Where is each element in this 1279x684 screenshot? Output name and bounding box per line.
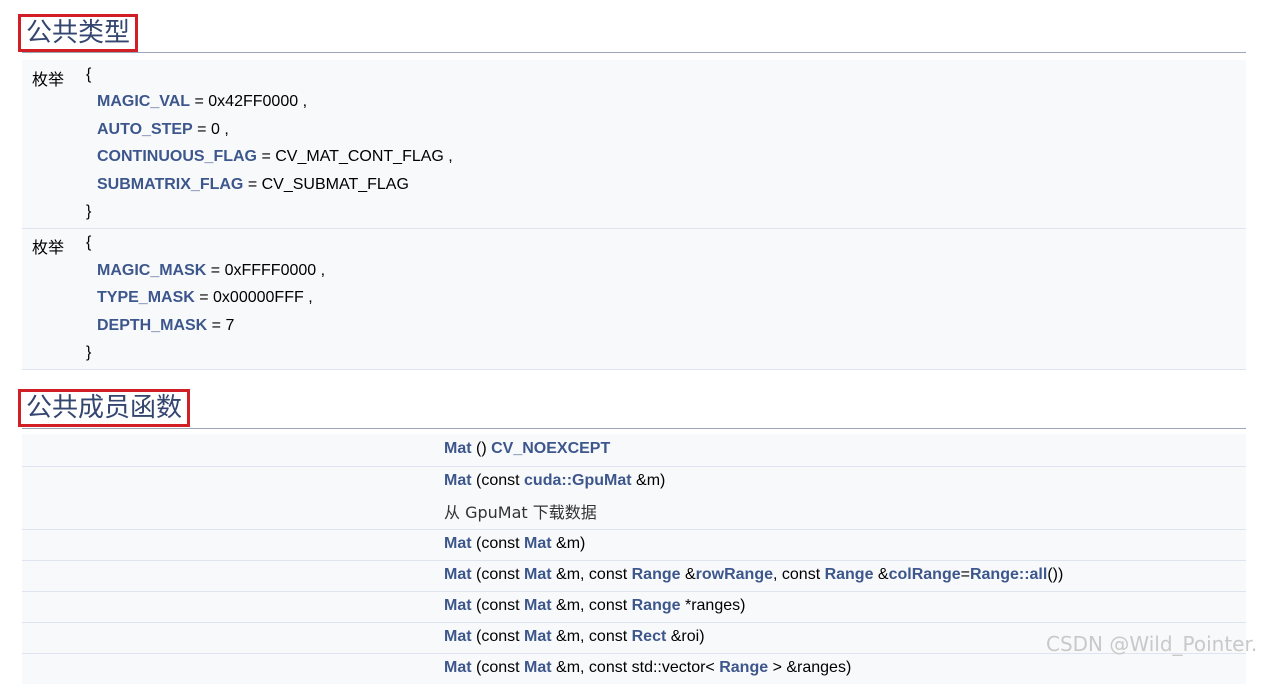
function-text: &m): [551, 535, 586, 552]
function-link[interactable]: Range: [825, 566, 874, 583]
enum-block: 枚举 { MAGIC_MASK = 0xFFFF0000 , TYPE_MASK…: [22, 229, 1246, 370]
function-text: (const: [471, 535, 525, 552]
function-link[interactable]: Mat: [524, 597, 552, 614]
function-signature: Mat (const Mat &m): [444, 535, 585, 553]
function-link[interactable]: cuda::GpuMat: [524, 472, 632, 489]
function-text: (const: [471, 628, 525, 645]
function-signature: Mat (const Mat &m, const Range &rowRange…: [444, 566, 1063, 584]
function-signature: Mat (const Mat &m, const Range *ranges): [444, 597, 745, 615]
function-text: (const: [471, 597, 525, 614]
enum-item: CONTINUOUS_FLAG = CV_MAT_CONT_FLAG ,: [97, 148, 453, 166]
enum-item: AUTO_STEP = 0 ,: [97, 121, 229, 139]
enum-value-text: = 0xFFFF0000 ,: [206, 262, 326, 279]
function-link[interactable]: Range: [632, 566, 681, 583]
table-row: Mat (const Mat &m, const Range *ranges): [22, 591, 1246, 622]
function-link[interactable]: Mat: [444, 472, 472, 489]
function-text: &m): [631, 472, 666, 489]
function-signature: Mat (const Mat &m, const std::vector< Ra…: [444, 659, 851, 677]
function-link[interactable]: Mat: [444, 628, 472, 645]
enum-item: MAGIC_VAL = 0x42FF0000 ,: [97, 93, 307, 111]
function-link[interactable]: colRange: [889, 566, 961, 583]
enum-value-text: = CV_SUBMAT_FLAG: [243, 176, 409, 193]
function-text: , const: [773, 566, 825, 583]
table-row: Mat (const Mat &m): [22, 529, 1246, 560]
enum-value-link[interactable]: CONTINUOUS_FLAG: [97, 148, 257, 165]
function-link[interactable]: Mat: [444, 597, 472, 614]
enum-value-link[interactable]: TYPE_MASK: [97, 289, 195, 306]
function-text: (const: [471, 472, 525, 489]
enum-value-link[interactable]: AUTO_STEP: [97, 121, 193, 138]
table-row: Mat (const cuda::GpuMat &m) 从 GpuMat 下载数…: [22, 466, 1246, 529]
enum-value-text: = 0x42FF0000 ,: [190, 93, 308, 110]
table-row: Mat (const Mat &m, const Range &rowRange…: [22, 560, 1246, 591]
function-text: *ranges): [680, 597, 746, 614]
function-text: ()): [1047, 566, 1064, 583]
function-signature: Mat () CV_NOEXCEPT: [444, 440, 610, 458]
function-link[interactable]: Mat: [524, 535, 552, 552]
function-text: &m, const: [551, 597, 632, 614]
section-title-public-types: 公共类型: [18, 14, 139, 52]
section-title-public-member-functions: 公共成员函数: [18, 389, 191, 427]
function-link[interactable]: Mat: [524, 566, 552, 583]
enum-value-link[interactable]: MAGIC_MASK: [97, 262, 206, 279]
enum-item: TYPE_MASK = 0x00000FFF ,: [97, 289, 313, 307]
function-link[interactable]: Mat: [524, 628, 552, 645]
watermark: CSDN @Wild_Pointer.: [1046, 632, 1258, 656]
function-link[interactable]: Mat: [444, 566, 472, 583]
enum-keyword: 枚举: [32, 238, 65, 257]
function-signature: Mat (const cuda::GpuMat &m): [444, 472, 665, 490]
function-text: &m, const: [551, 566, 632, 583]
function-text: (): [471, 440, 492, 457]
function-link[interactable]: Range: [719, 659, 768, 676]
function-link[interactable]: CV_NOEXCEPT: [491, 440, 610, 457]
table-row: Mat (const Mat &m, const std::vector< Ra…: [22, 653, 1246, 684]
enum-keyword: 枚举: [32, 70, 65, 89]
function-link[interactable]: rowRange: [696, 566, 773, 583]
function-text: &m, const std::vector<: [551, 659, 720, 676]
enum-value-link[interactable]: SUBMATRIX_FLAG: [97, 176, 243, 193]
function-text: (const: [471, 659, 525, 676]
enum-close-brace: }: [86, 344, 92, 361]
enum-item: DEPTH_MASK = 7: [97, 317, 234, 335]
function-link[interactable]: Mat: [444, 659, 472, 676]
function-text: > &ranges): [768, 659, 852, 676]
function-link[interactable]: Range::all: [970, 566, 1047, 583]
function-link[interactable]: Rect: [632, 628, 667, 645]
function-link[interactable]: Mat: [444, 535, 472, 552]
enum-value-text: = CV_MAT_CONT_FLAG ,: [257, 148, 453, 165]
enum-value-text: = 0x00000FFF ,: [194, 289, 313, 306]
function-text: &: [873, 566, 889, 583]
enum-item: MAGIC_MASK = 0xFFFF0000 ,: [97, 262, 325, 280]
enum-open-brace: {: [86, 66, 92, 83]
function-text: &roi): [666, 628, 705, 645]
enum-value-text: = 0 ,: [192, 121, 229, 138]
function-text: &: [680, 566, 696, 583]
function-signature: Mat (const Mat &m, const Rect &roi): [444, 628, 705, 646]
enum-value-link[interactable]: MAGIC_VAL: [97, 93, 190, 110]
enum-close-brace: }: [86, 203, 92, 220]
section-divider: [22, 428, 1246, 429]
function-link[interactable]: Mat: [524, 659, 552, 676]
function-text: (const: [471, 566, 525, 583]
function-text: =: [960, 566, 970, 583]
enum-open-brace: {: [86, 234, 92, 251]
section-divider: [22, 52, 1246, 53]
table-row: Mat () CV_NOEXCEPT: [22, 434, 1246, 466]
enum-value-text: = 7: [207, 317, 235, 334]
function-link[interactable]: Mat: [444, 440, 472, 457]
enum-block: 枚举 { MAGIC_VAL = 0x42FF0000 , AUTO_STEP …: [22, 60, 1246, 229]
enum-item: SUBMATRIX_FLAG = CV_SUBMAT_FLAG: [97, 176, 409, 194]
enum-value-link[interactable]: DEPTH_MASK: [97, 317, 207, 334]
function-description: 从 GpuMat 下载数据: [444, 503, 597, 522]
function-link[interactable]: Range: [632, 597, 681, 614]
function-text: &m, const: [551, 628, 632, 645]
